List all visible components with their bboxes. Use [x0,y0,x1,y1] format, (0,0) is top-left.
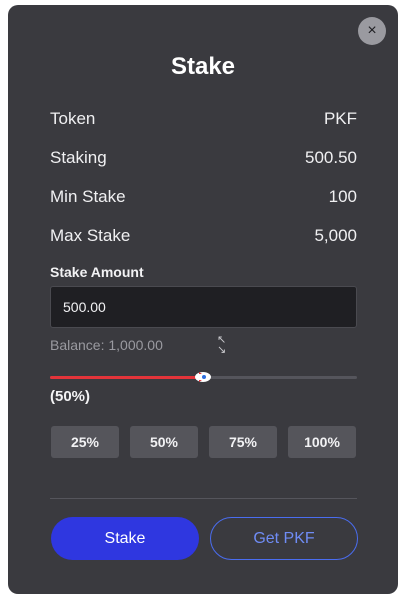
stake-modal: × Stake Token PKF Staking 500.50 Min Sta… [8,5,398,594]
info-value: 500.50 [305,148,357,167]
modal-title: Stake [170,53,236,80]
info-row-staking: Staking 500.50 [50,148,357,168]
close-icon: × [367,22,377,39]
stake-amount-input[interactable] [50,286,357,328]
resize-cursor-icon: ↖ ↘ [217,334,227,356]
info-row-token: Token PKF [50,109,357,129]
info-label: Staking [50,148,107,167]
stake-amount-label: Stake Amount [50,264,144,280]
info-label: Min Stake [50,187,126,206]
stake-button[interactable]: Stake [51,517,199,560]
percent-100-button[interactable]: 100% [288,426,356,458]
percent-25-button[interactable]: 25% [51,426,119,458]
info-label: Max Stake [50,226,131,245]
info-value: 100 [328,187,357,206]
get-pkf-button[interactable]: Get PKF [210,517,358,560]
close-button[interactable]: × [358,17,386,45]
balance-text: Balance: 1,000.00 [50,337,163,353]
info-value: PKF [323,109,357,128]
info-row-max-stake: Max Stake 5,000 [50,226,357,246]
percent-75-button[interactable]: 75% [209,426,277,458]
slider-fill [50,376,204,379]
info-row-min-stake: Min Stake 100 [50,187,357,207]
percent-50-button[interactable]: 50% [130,426,198,458]
stake-slider[interactable] [50,372,357,382]
rocket-icon[interactable] [192,369,212,385]
info-value: 5,000 [314,226,357,245]
divider [50,498,357,499]
info-label: Token [50,109,96,128]
slider-percent-label: (50%) [50,388,91,405]
